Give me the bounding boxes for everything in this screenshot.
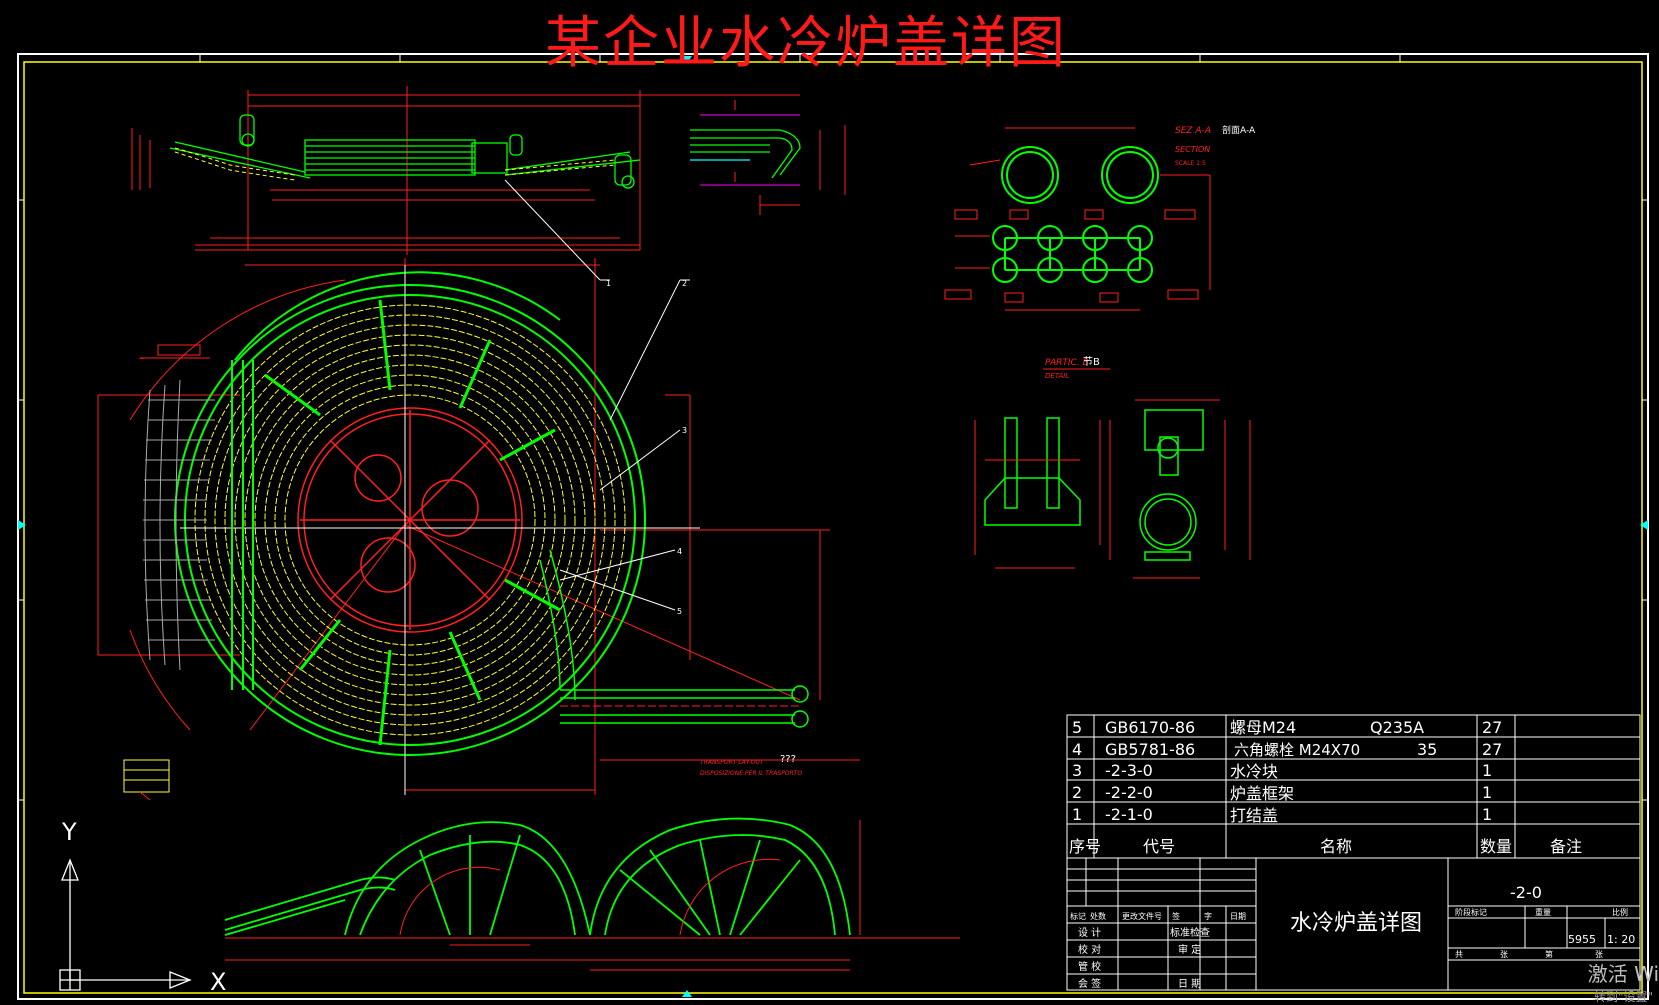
- svg-text:校 对: 校 对: [1078, 943, 1101, 956]
- main-plan-view: 1 2 3 4 5 ---: [97, 179, 860, 801]
- svg-text:标准检查: 标准检查: [1170, 926, 1210, 939]
- center-markers: [18, 56, 1648, 997]
- svg-text:35: 35: [1417, 740, 1437, 759]
- drawing-scale: 1: 20: [1607, 933, 1635, 946]
- left-small-legend: ---: [138, 344, 210, 362]
- svg-text:序号: 序号: [1069, 837, 1101, 856]
- svg-text:1: 1: [606, 279, 611, 288]
- svg-text:-2-1-0: -2-1-0: [1105, 805, 1153, 824]
- label-transport: TRANSPORT LAY-OUT: [700, 759, 765, 766]
- activation-watermark: 激活 Wi: [1587, 962, 1659, 986]
- svg-text:-2-3-0: -2-3-0: [1105, 761, 1153, 780]
- drawing-weight: 5955: [1568, 933, 1596, 946]
- svg-text:共: 共: [1455, 950, 1463, 959]
- svg-text:1: 1: [1072, 805, 1082, 824]
- svg-text:1: 1: [1482, 783, 1492, 802]
- svg-text:审 定: 审 定: [1178, 943, 1201, 956]
- section-a-a-view: SEZ A-A 剖面A-A SECTION SCALE 1:5: [944, 124, 1256, 311]
- small-detail: [123, 759, 170, 801]
- svg-text:1: 1: [1482, 805, 1492, 824]
- parts-row: 3 -2-3-0 水冷块 1: [1072, 761, 1492, 781]
- svg-text:1: 1: [1482, 761, 1492, 780]
- drawing-title: 某企业水冷炉盖详图: [545, 11, 1067, 76]
- svg-text:4: 4: [1072, 740, 1082, 759]
- svg-text:更改文件号: 更改文件号: [1122, 911, 1162, 921]
- detail-b-view: PARTIC. B 节B DETAIL: [974, 356, 1251, 579]
- svg-text:第: 第: [1545, 949, 1553, 959]
- svg-text:处数: 处数: [1090, 911, 1106, 921]
- svg-text:六角螺栓 M24X70: 六角螺栓 M24X70: [1234, 741, 1360, 759]
- parts-list: 5 GB6170-86 螺母M24 Q235A 27 4 GB5781-86 六…: [1069, 718, 1582, 856]
- svg-text:5: 5: [1072, 718, 1082, 737]
- svg-text:会 签: 会 签: [1078, 977, 1101, 990]
- svg-text:5: 5: [677, 607, 682, 616]
- svg-text:3: 3: [682, 426, 687, 435]
- svg-text:打结盖: 打结盖: [1230, 806, 1278, 825]
- svg-text:炉盖框架: 炉盖框架: [1230, 784, 1294, 803]
- svg-text:数量: 数量: [1480, 837, 1512, 856]
- axis-x-label: X: [210, 968, 226, 996]
- axis-y-label: Y: [61, 818, 77, 846]
- svg-text:签: 签: [1172, 911, 1180, 921]
- svg-text:字: 字: [1204, 911, 1212, 921]
- svg-text:日 期: 日 期: [1178, 978, 1201, 990]
- svg-text:GB6170-86: GB6170-86: [1105, 718, 1195, 737]
- svg-text:重量: 重量: [1535, 907, 1551, 917]
- svg-text:4: 4: [677, 547, 682, 556]
- svg-text:螺母M24: 螺母M24: [1230, 718, 1296, 737]
- parts-row: 2 -2-2-0 炉盖框架 1: [1072, 783, 1492, 803]
- svg-text:张: 张: [1500, 950, 1508, 959]
- svg-text:Q235A: Q235A: [1370, 718, 1424, 737]
- label-section: SECTION: [1175, 145, 1210, 154]
- parts-row: 1 -2-1-0 打结盖 1: [1072, 805, 1492, 825]
- svg-text:-2-2-0: -2-2-0: [1105, 783, 1153, 802]
- svg-text:2: 2: [1072, 783, 1082, 802]
- activation-watermark-sub: 转到"设置": [1593, 990, 1653, 1004]
- svg-text:设 计: 设 计: [1078, 926, 1101, 939]
- zone-ticks: [18, 54, 1648, 801]
- svg-text:标记: 标记: [1070, 911, 1086, 921]
- bottom-side-views: TRANSPORT LAY-OUT ??? DISPOSIZIONE PER I…: [224, 754, 960, 971]
- svg-text:管 校: 管 校: [1078, 960, 1101, 973]
- top-elevation-view: [131, 86, 846, 255]
- parts-row: 5 GB6170-86 螺母M24 Q235A 27: [1072, 718, 1502, 737]
- svg-text:水冷块: 水冷块: [1230, 762, 1278, 781]
- svg-text:阶段标记: 阶段标记: [1455, 907, 1487, 917]
- label-disposizione: DISPOSIZIONE PER IL TRASPORTO: [700, 770, 802, 777]
- svg-text:比例: 比例: [1612, 907, 1628, 917]
- label-section-scale: SCALE 1:5: [1175, 160, 1206, 167]
- svg-text:27: 27: [1482, 740, 1502, 759]
- parts-row: 4 GB5781-86 六角螺栓 M24X70 35 27: [1072, 740, 1502, 759]
- svg-text:代号: 代号: [1143, 837, 1175, 856]
- outer-frame: [17, 53, 1649, 1000]
- parts-header: 序号 代号 名称 数量 备注: [1069, 837, 1582, 856]
- cad-drawing-canvas[interactable]: 1 2 3 4 5 --- SEZ A-A 剖面A-A SECTION SCAL…: [0, 0, 1659, 1003]
- svg-text:GB5781-86: GB5781-86: [1105, 740, 1195, 759]
- svg-text:2: 2: [682, 279, 687, 288]
- label-sez-cn: 剖面A-A: [1222, 124, 1256, 136]
- ucs-axis-icon: [59, 858, 192, 991]
- drawing-name: 水冷炉盖详图: [1290, 911, 1422, 936]
- label-partic-cn: 节B: [1083, 356, 1100, 368]
- svg-text:名称: 名称: [1320, 837, 1352, 856]
- svg-text:27: 27: [1482, 718, 1502, 737]
- side-grill: [143, 379, 215, 671]
- svg-text:3: 3: [1072, 761, 1082, 780]
- svg-text:备注: 备注: [1550, 837, 1582, 856]
- drawing-number: -2-0: [1510, 883, 1542, 902]
- svg-text:日期: 日期: [1230, 912, 1246, 921]
- label-sez-a-a: SEZ A-A: [1175, 126, 1211, 136]
- label-transport-q: ???: [780, 754, 796, 765]
- svg-text:---: ---: [138, 356, 144, 362]
- label-detail: DETAIL: [1045, 372, 1069, 380]
